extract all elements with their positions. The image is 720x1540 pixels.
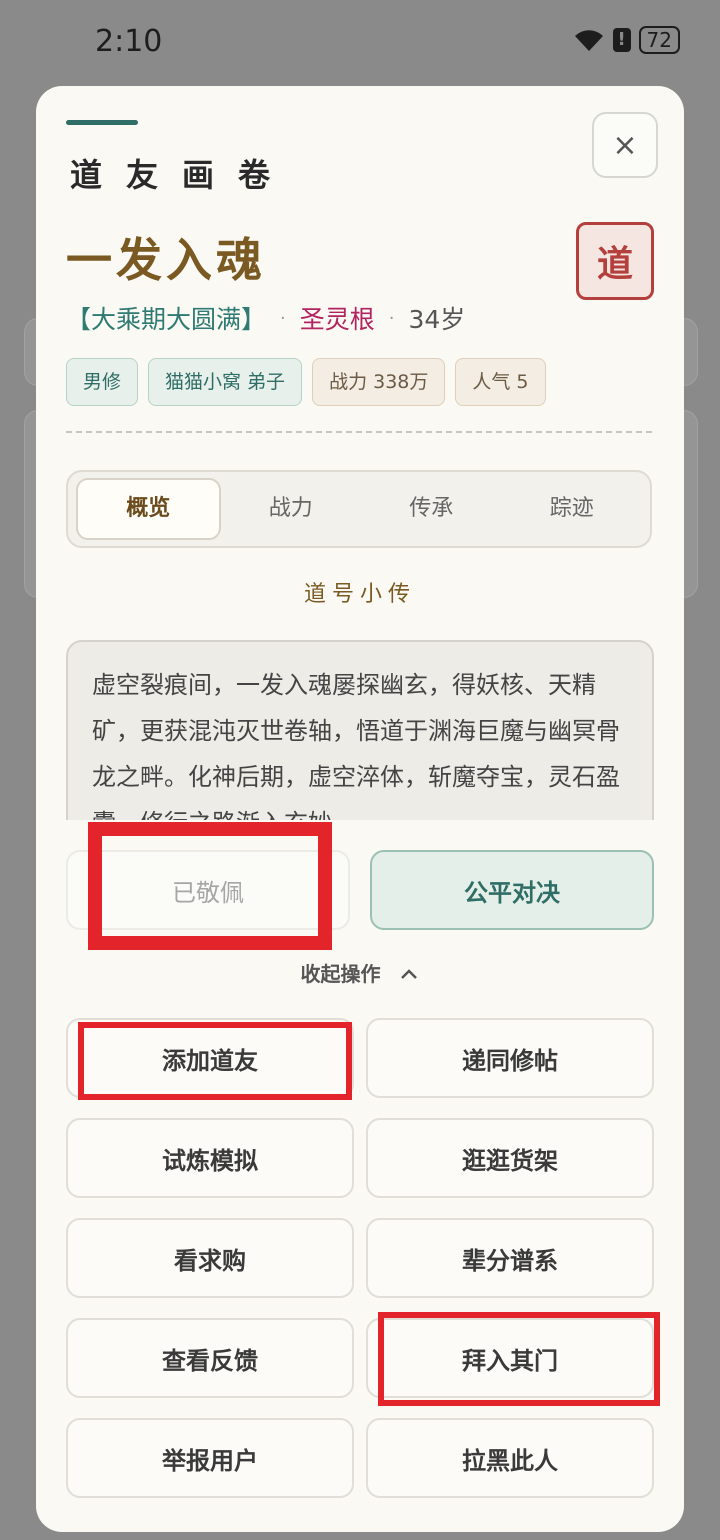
- tab-lineage[interactable]: 传承: [361, 480, 502, 538]
- tab-bar: 概览 战力 传承 踪迹: [66, 470, 652, 548]
- tag-gender: 男修: [66, 358, 139, 406]
- status-icons: ! 72: [573, 26, 680, 54]
- realm-label: 【大乘期大圆满】: [66, 305, 267, 334]
- close-button[interactable]: ×: [592, 112, 658, 178]
- highlight-admire: [88, 822, 332, 950]
- tab-overview[interactable]: 概览: [76, 478, 221, 540]
- tab-traces[interactable]: 踪迹: [502, 480, 643, 538]
- browse-shelf-button[interactable]: 逛逛货架: [366, 1118, 654, 1198]
- spirit-root-label: 圣灵根: [299, 305, 375, 334]
- alert-icon: !: [612, 28, 631, 52]
- highlight-join-sect: [378, 1312, 660, 1406]
- status-bar: 2:10 ! 72: [0, 0, 720, 86]
- dashed-divider: [66, 431, 652, 433]
- section-title: 道号小传: [303, 582, 416, 607]
- tag-sect: 猫猫小窝 弟子: [148, 358, 303, 406]
- tab-power[interactable]: 战力: [221, 480, 362, 538]
- user-name: 一发入魂: [66, 233, 266, 287]
- tag-list: 男修 猫猫小窝 弟子 战力 338万 人气 5: [66, 358, 546, 406]
- title-accent-line: [66, 120, 138, 125]
- report-user-button[interactable]: 举报用户: [66, 1418, 354, 1498]
- battery-icon: 72: [638, 26, 680, 54]
- tag-power: 战力 338万: [312, 358, 446, 406]
- tag-popularity: 人气 5: [455, 358, 546, 406]
- separator-dot: ·: [280, 307, 286, 329]
- chevron-up-icon: [401, 969, 418, 979]
- send-invite-button[interactable]: 递同修帖: [366, 1018, 654, 1098]
- view-feedback-button[interactable]: 查看反馈: [66, 1318, 354, 1398]
- block-user-button[interactable]: 拉黑此人: [366, 1418, 654, 1498]
- wifi-icon: [574, 30, 603, 51]
- user-info-line: 【大乘期大圆满】 · 圣灵根 · 34岁: [66, 300, 465, 336]
- close-icon: ×: [612, 127, 638, 163]
- dao-stamp-badge: 道: [576, 222, 654, 300]
- collapse-label: 收起操作: [300, 962, 381, 986]
- age-label: 34岁: [408, 305, 466, 334]
- collapse-actions-toggle[interactable]: 收起操作: [36, 958, 684, 987]
- trial-sim-button[interactable]: 试炼模拟: [66, 1118, 354, 1198]
- separator-dot: ·: [388, 307, 395, 329]
- bio-text: 虚空裂痕间，一发入魂屡探幽玄，得妖核、天精矿，更获混沌灭世卷轴，悟道于渊海巨魔与…: [66, 640, 654, 840]
- lineage-tree-button[interactable]: 辈分谱系: [366, 1218, 654, 1298]
- status-time: 2:10: [95, 24, 163, 59]
- highlight-add-friend: [78, 1022, 352, 1100]
- view-wanted-button[interactable]: 看求购: [66, 1218, 354, 1298]
- fair-duel-button[interactable]: 公平对决: [370, 850, 654, 930]
- modal-title: 道友画卷: [70, 156, 295, 194]
